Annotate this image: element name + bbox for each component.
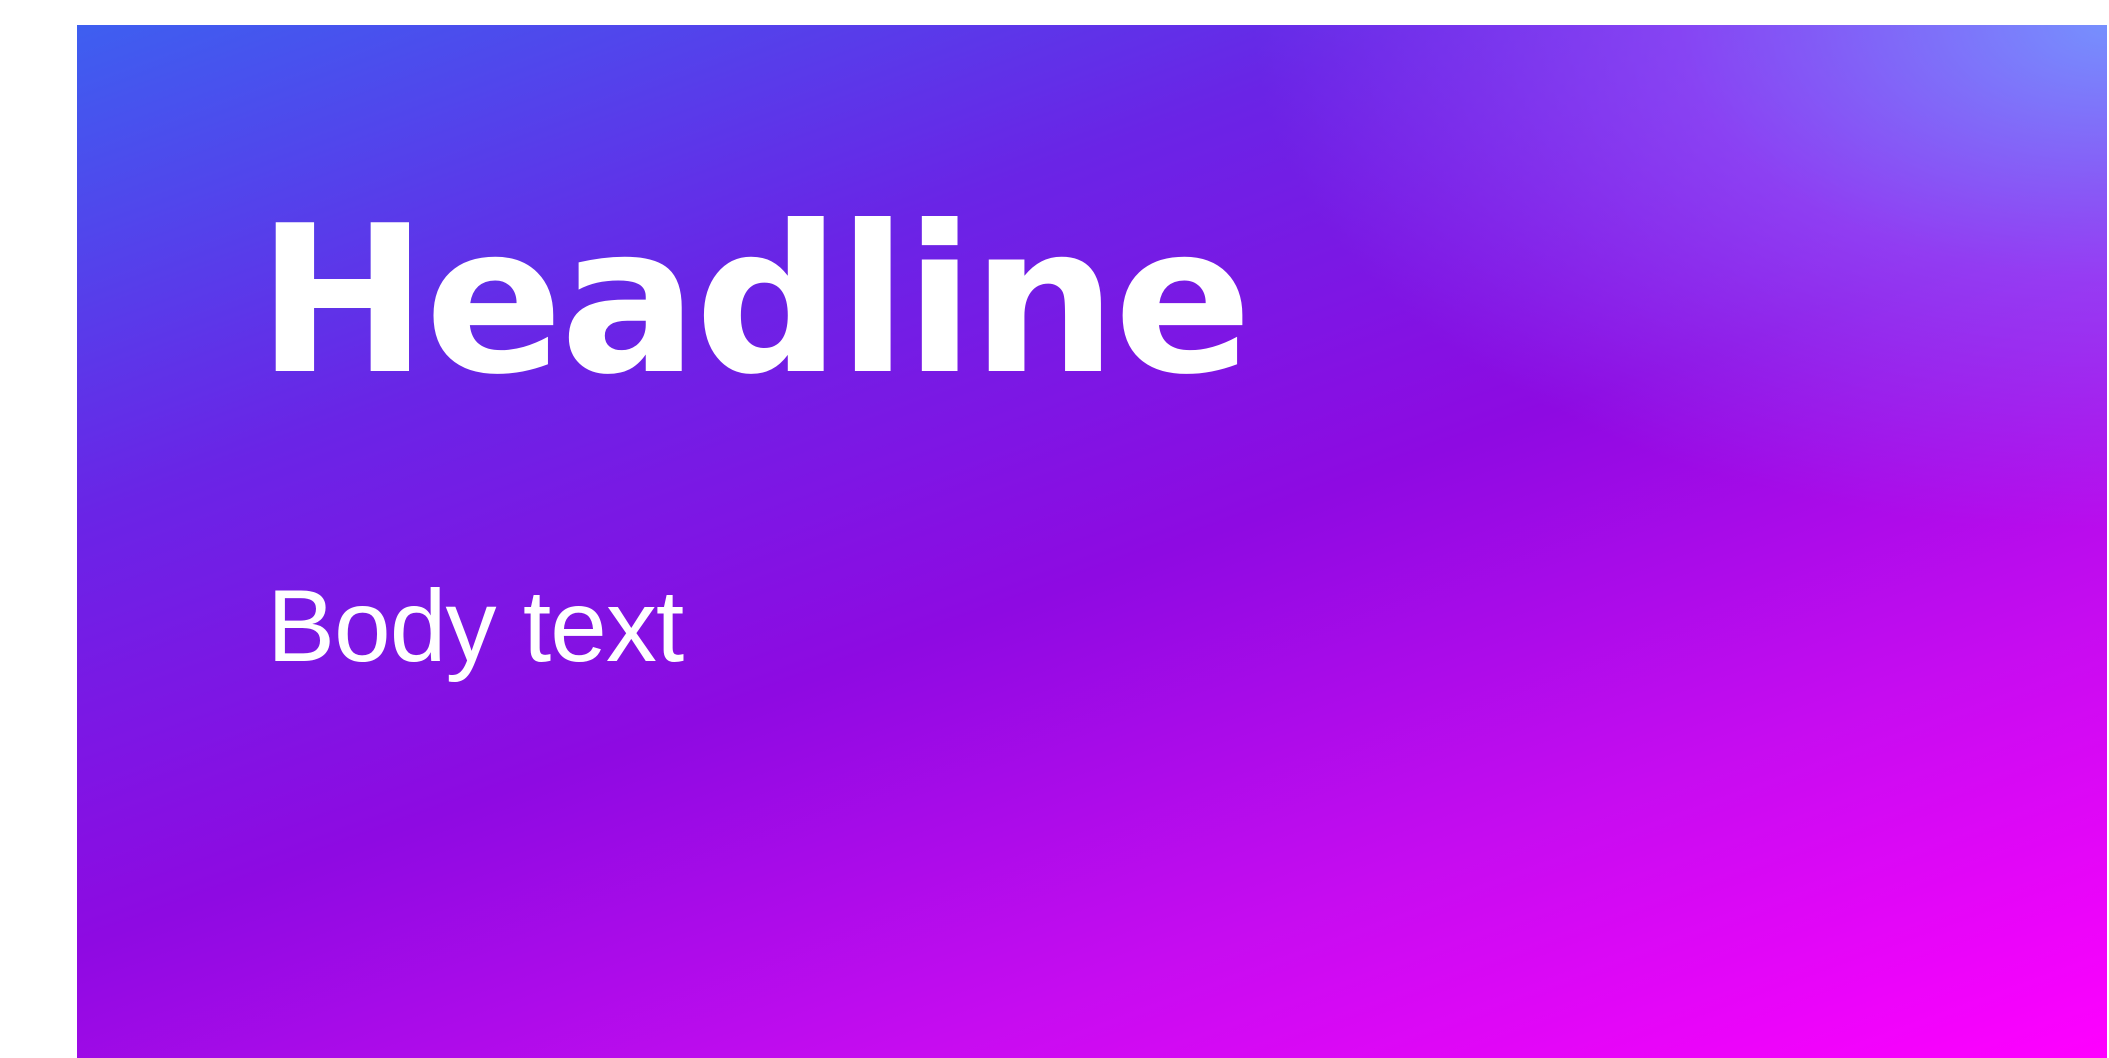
headline: Headline: [257, 183, 1252, 420]
body-text: Body text: [267, 569, 684, 683]
gradient-card: Headline Body text: [77, 25, 2107, 1058]
